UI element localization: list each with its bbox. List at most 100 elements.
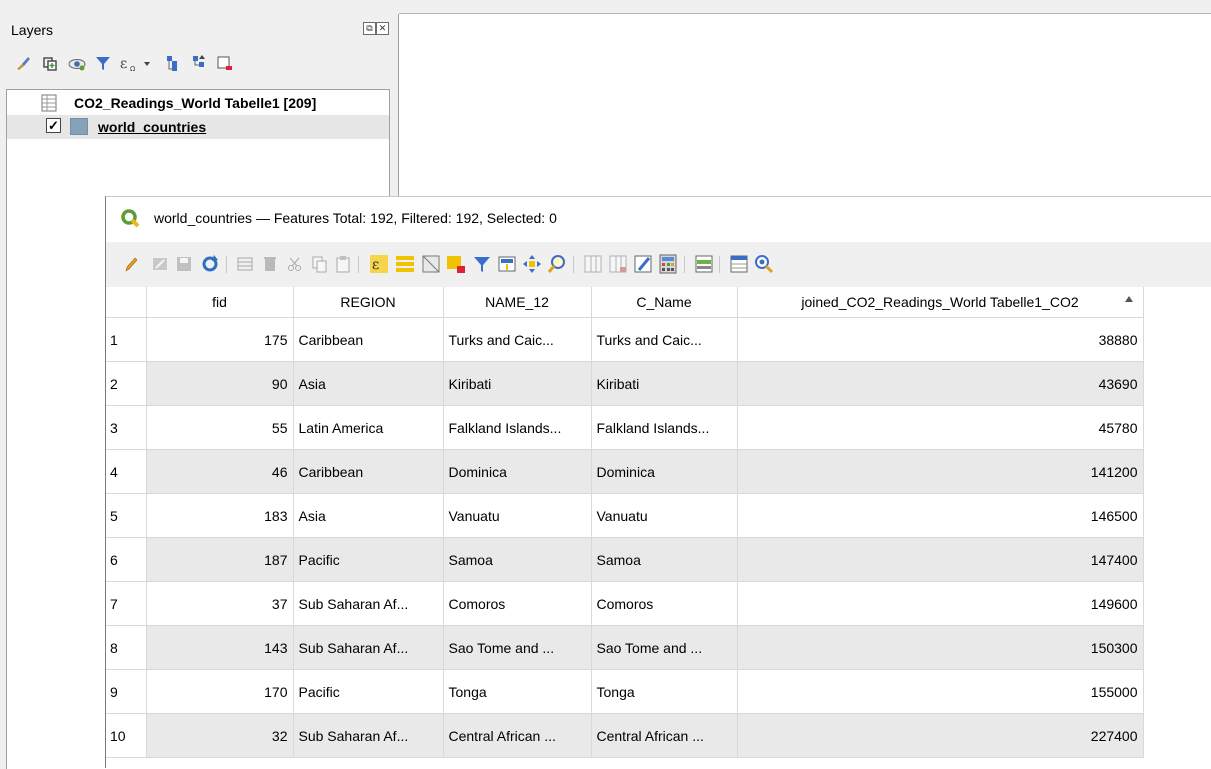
fid-cell[interactable]: 55	[146, 405, 294, 450]
invert-selection-icon[interactable]	[421, 254, 440, 273]
table-row[interactable]: 4 46 Caribbean Dominica Dominica 141200	[106, 449, 1144, 494]
region-cell[interactable]: Asia	[293, 361, 444, 406]
row-number[interactable]: 7	[106, 581, 147, 626]
region-cell[interactable]: Sub Saharan Af...	[293, 713, 444, 758]
field-calculator-icon[interactable]	[658, 254, 677, 274]
co2-cell[interactable]: 43690	[737, 361, 1144, 406]
region-cell[interactable]: Latin America	[293, 405, 444, 450]
cname-cell[interactable]: Central African ...	[591, 713, 738, 758]
name12-cell[interactable]: Sao Tome and ...	[443, 625, 592, 670]
field-calculator-edit-icon[interactable]	[633, 254, 652, 273]
name12-cell[interactable]: Dominica	[443, 449, 592, 494]
name12-cell[interactable]: Turks and Caic...	[443, 317, 592, 362]
reload-icon[interactable]	[200, 254, 218, 272]
name12-cell[interactable]: Samoa	[443, 537, 592, 582]
column-header-name12[interactable]: NAME_12	[443, 287, 592, 318]
name12-cell[interactable]: Central African ...	[443, 713, 592, 758]
region-cell[interactable]: Pacific	[293, 537, 444, 582]
co2-cell[interactable]: 38880	[737, 317, 1144, 362]
table-row[interactable]: 5 183 Asia Vanuatu Vanuatu 146500	[106, 493, 1144, 538]
layer-item-co2-table[interactable]: CO2_Readings_World Tabelle1 [209]	[7, 91, 389, 115]
name12-cell[interactable]: Falkland Islands...	[443, 405, 592, 450]
table-row[interactable]: 10 32 Sub Saharan Af... Central African ...…	[106, 713, 1144, 758]
co2-cell[interactable]: 150300	[737, 625, 1144, 670]
name12-cell[interactable]: Comoros	[443, 581, 592, 626]
cname-cell[interactable]: Sao Tome and ...	[591, 625, 738, 670]
table-row[interactable]: 7 37 Sub Saharan Af... Comoros Comoros 149600	[106, 581, 1144, 626]
layer-visibility-checkbox[interactable]: ✓	[46, 118, 61, 133]
expand-all-icon[interactable]	[164, 54, 182, 72]
fid-cell[interactable]: 90	[146, 361, 294, 406]
fid-cell[interactable]: 170	[146, 669, 294, 714]
row-number[interactable]: 2	[106, 361, 147, 406]
name12-cell[interactable]: Vanuatu	[443, 493, 592, 538]
name12-cell[interactable]: Tonga	[443, 669, 592, 714]
region-cell[interactable]: Asia	[293, 493, 444, 538]
copy-icon[interactable]	[310, 255, 328, 273]
column-header-region[interactable]: REGION	[293, 287, 444, 318]
fid-cell[interactable]: 175	[146, 317, 294, 362]
co2-cell[interactable]: 155000	[737, 669, 1144, 714]
cname-cell[interactable]: Falkland Islands...	[591, 405, 738, 450]
co2-cell[interactable]: 45780	[737, 405, 1144, 450]
co2-cell[interactable]: 146500	[737, 493, 1144, 538]
cname-cell[interactable]: Kiribati	[591, 361, 738, 406]
fid-cell[interactable]: 37	[146, 581, 294, 626]
column-header-co2[interactable]: joined_CO2_Readings_World Tabelle1_CO2	[737, 287, 1144, 318]
paste-icon[interactable]	[334, 255, 352, 273]
region-cell[interactable]: Caribbean	[293, 317, 444, 362]
dock-table-icon[interactable]	[729, 254, 748, 273]
corner-header[interactable]	[106, 287, 147, 318]
region-cell[interactable]: Sub Saharan Af...	[293, 581, 444, 626]
table-row[interactable]: 6 187 Pacific Samoa Samoa 147400	[106, 537, 1144, 582]
style-manager-icon[interactable]	[14, 54, 32, 72]
co2-cell[interactable]: 147400	[737, 537, 1144, 582]
delete-field-icon[interactable]	[608, 254, 627, 273]
cname-cell[interactable]: Tonga	[591, 669, 738, 714]
co2-cell[interactable]: 149600	[737, 581, 1144, 626]
column-header-cname[interactable]: C_Name	[591, 287, 738, 318]
close-panel-button[interactable]: ✕	[376, 22, 389, 35]
row-number[interactable]: 9	[106, 669, 147, 714]
table-row[interactable]: 3 55 Latin America Falkland Islands... Falkl…	[106, 405, 1144, 450]
toggle-editing-icon[interactable]	[122, 255, 140, 273]
cname-cell[interactable]: Vanuatu	[591, 493, 738, 538]
actions-search-icon[interactable]	[754, 254, 774, 274]
name12-cell[interactable]: Kiribati	[443, 361, 592, 406]
fid-cell[interactable]: 32	[146, 713, 294, 758]
pan-to-selection-icon[interactable]	[522, 254, 541, 273]
table-row[interactable]: 8 143 Sub Saharan Af... Sao Tome and ... Sao…	[106, 625, 1144, 670]
fid-cell[interactable]: 187	[146, 537, 294, 582]
cname-cell[interactable]: Dominica	[591, 449, 738, 494]
delete-feature-icon[interactable]	[261, 255, 279, 273]
filter-legend-icon[interactable]	[94, 54, 112, 72]
zoom-to-selection-icon[interactable]	[547, 254, 565, 273]
table-row[interactable]: 1 175 Caribbean Turks and Caic... Turks and …	[106, 317, 1144, 362]
region-cell[interactable]: Caribbean	[293, 449, 444, 494]
select-all-icon[interactable]	[395, 254, 414, 272]
region-cell[interactable]: Sub Saharan Af...	[293, 625, 444, 670]
filter-select-icon[interactable]	[472, 254, 490, 272]
remove-layer-icon[interactable]	[216, 54, 234, 72]
co2-cell[interactable]: 227400	[737, 713, 1144, 758]
column-header-fid[interactable]: fid	[146, 287, 294, 318]
filter-expression-icon[interactable]: εΩ	[119, 54, 137, 73]
deselect-all-icon[interactable]	[446, 254, 465, 273]
row-number[interactable]: 10	[106, 713, 147, 758]
dropdown-arrow-icon[interactable]	[142, 57, 152, 75]
row-number[interactable]: 5	[106, 493, 147, 538]
save-edits-icon[interactable]	[175, 255, 193, 273]
float-panel-button[interactable]: ⧉	[363, 22, 376, 35]
cname-cell[interactable]: Comoros	[591, 581, 738, 626]
row-number[interactable]: 1	[106, 317, 147, 362]
table-row[interactable]: 2 90 Asia Kiribati Kiribati 43690	[106, 361, 1144, 406]
layer-item-world-countries[interactable]: ✓ world_countries	[7, 115, 389, 139]
fid-cell[interactable]: 183	[146, 493, 294, 538]
fid-cell[interactable]: 46	[146, 449, 294, 494]
row-number[interactable]: 8	[106, 625, 147, 670]
cname-cell[interactable]: Samoa	[591, 537, 738, 582]
add-feature-icon[interactable]	[236, 255, 254, 273]
collapse-all-icon[interactable]	[190, 54, 208, 72]
new-field-icon[interactable]	[583, 254, 602, 273]
co2-cell[interactable]: 141200	[737, 449, 1144, 494]
